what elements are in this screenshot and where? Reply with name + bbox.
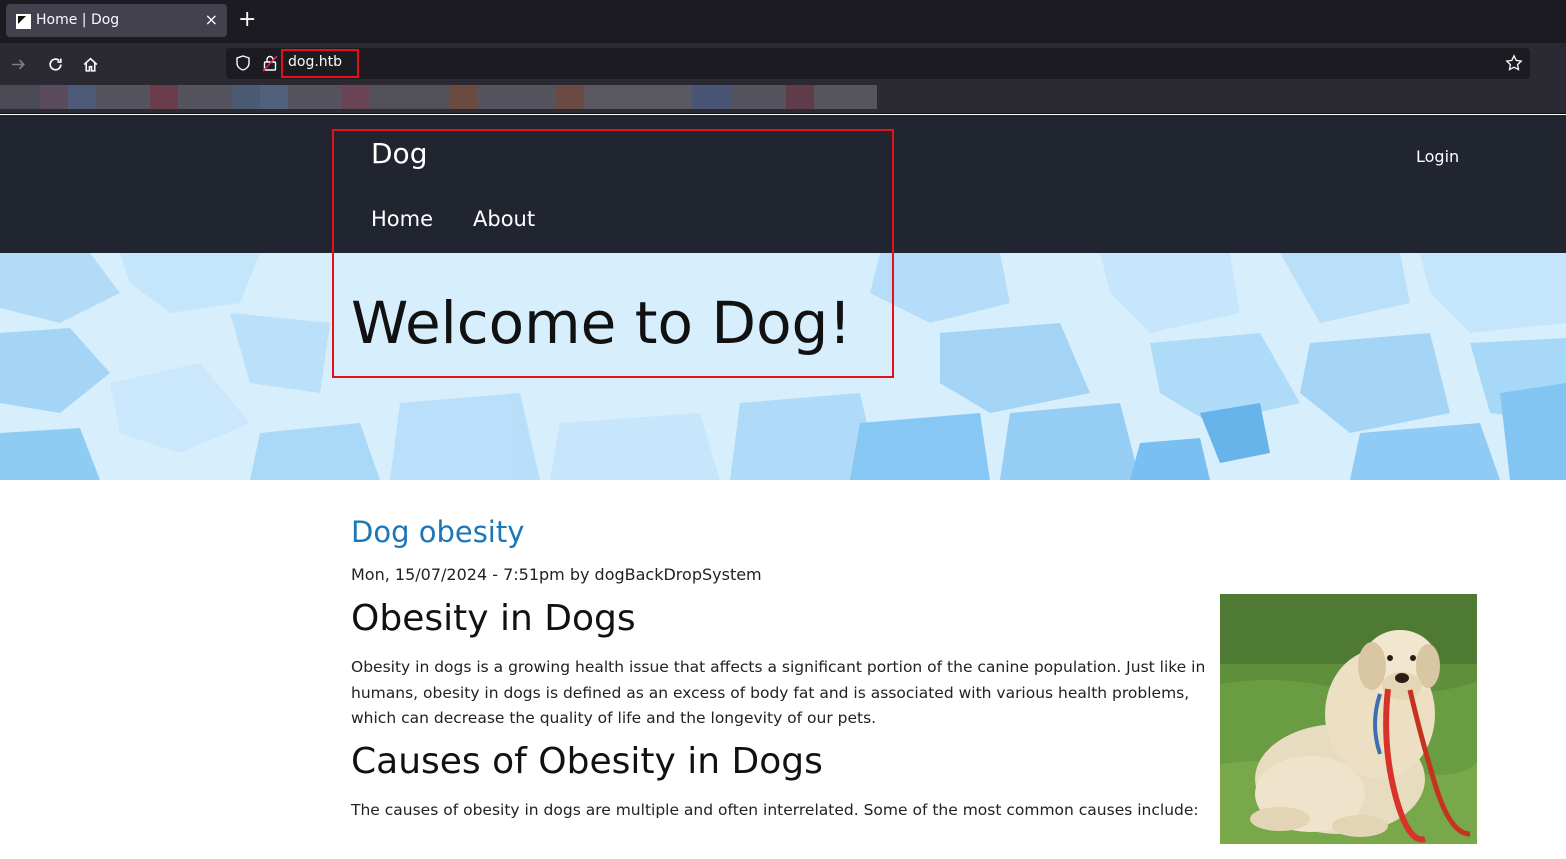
article-title-link[interactable]: Dog obesity	[351, 515, 524, 549]
blurred-bookmarks	[0, 85, 917, 109]
article-meta: Mon, 15/07/2024 - 7:51pm by dogBackDropS…	[351, 565, 762, 584]
forward-icon[interactable]	[6, 52, 30, 76]
browser-toolbar: dog.htb	[0, 43, 1566, 85]
dog-photo	[1220, 594, 1477, 844]
lock-icon[interactable]	[262, 54, 278, 72]
tab-title: Home | Dog	[36, 12, 120, 28]
section-heading: Obesity in Dogs	[351, 598, 636, 639]
url-bar[interactable]: dog.htb	[226, 48, 1530, 79]
section-paragraph: The causes of obesity in dogs are multip…	[351, 801, 1199, 819]
header-highlight-box	[332, 129, 894, 378]
plus-icon[interactable]: +	[238, 7, 256, 33]
site-favicon-icon	[16, 14, 31, 29]
browser-tab-bar: Home | Dog × +	[0, 0, 1566, 43]
reload-icon[interactable]	[43, 52, 67, 76]
home-icon[interactable]	[78, 52, 102, 76]
close-icon[interactable]: ×	[205, 10, 218, 29]
section-heading: Causes of Obesity in Dogs	[351, 741, 823, 782]
browser-tab[interactable]: Home | Dog ×	[6, 4, 227, 37]
login-link[interactable]: Login	[1416, 147, 1459, 166]
bookmarks-bar	[0, 85, 1566, 114]
url-highlight-box	[281, 49, 359, 78]
star-icon[interactable]	[1505, 54, 1523, 72]
section-paragraph: Obesity in dogs is a growing health issu…	[351, 658, 1206, 727]
shield-icon[interactable]	[234, 54, 252, 72]
